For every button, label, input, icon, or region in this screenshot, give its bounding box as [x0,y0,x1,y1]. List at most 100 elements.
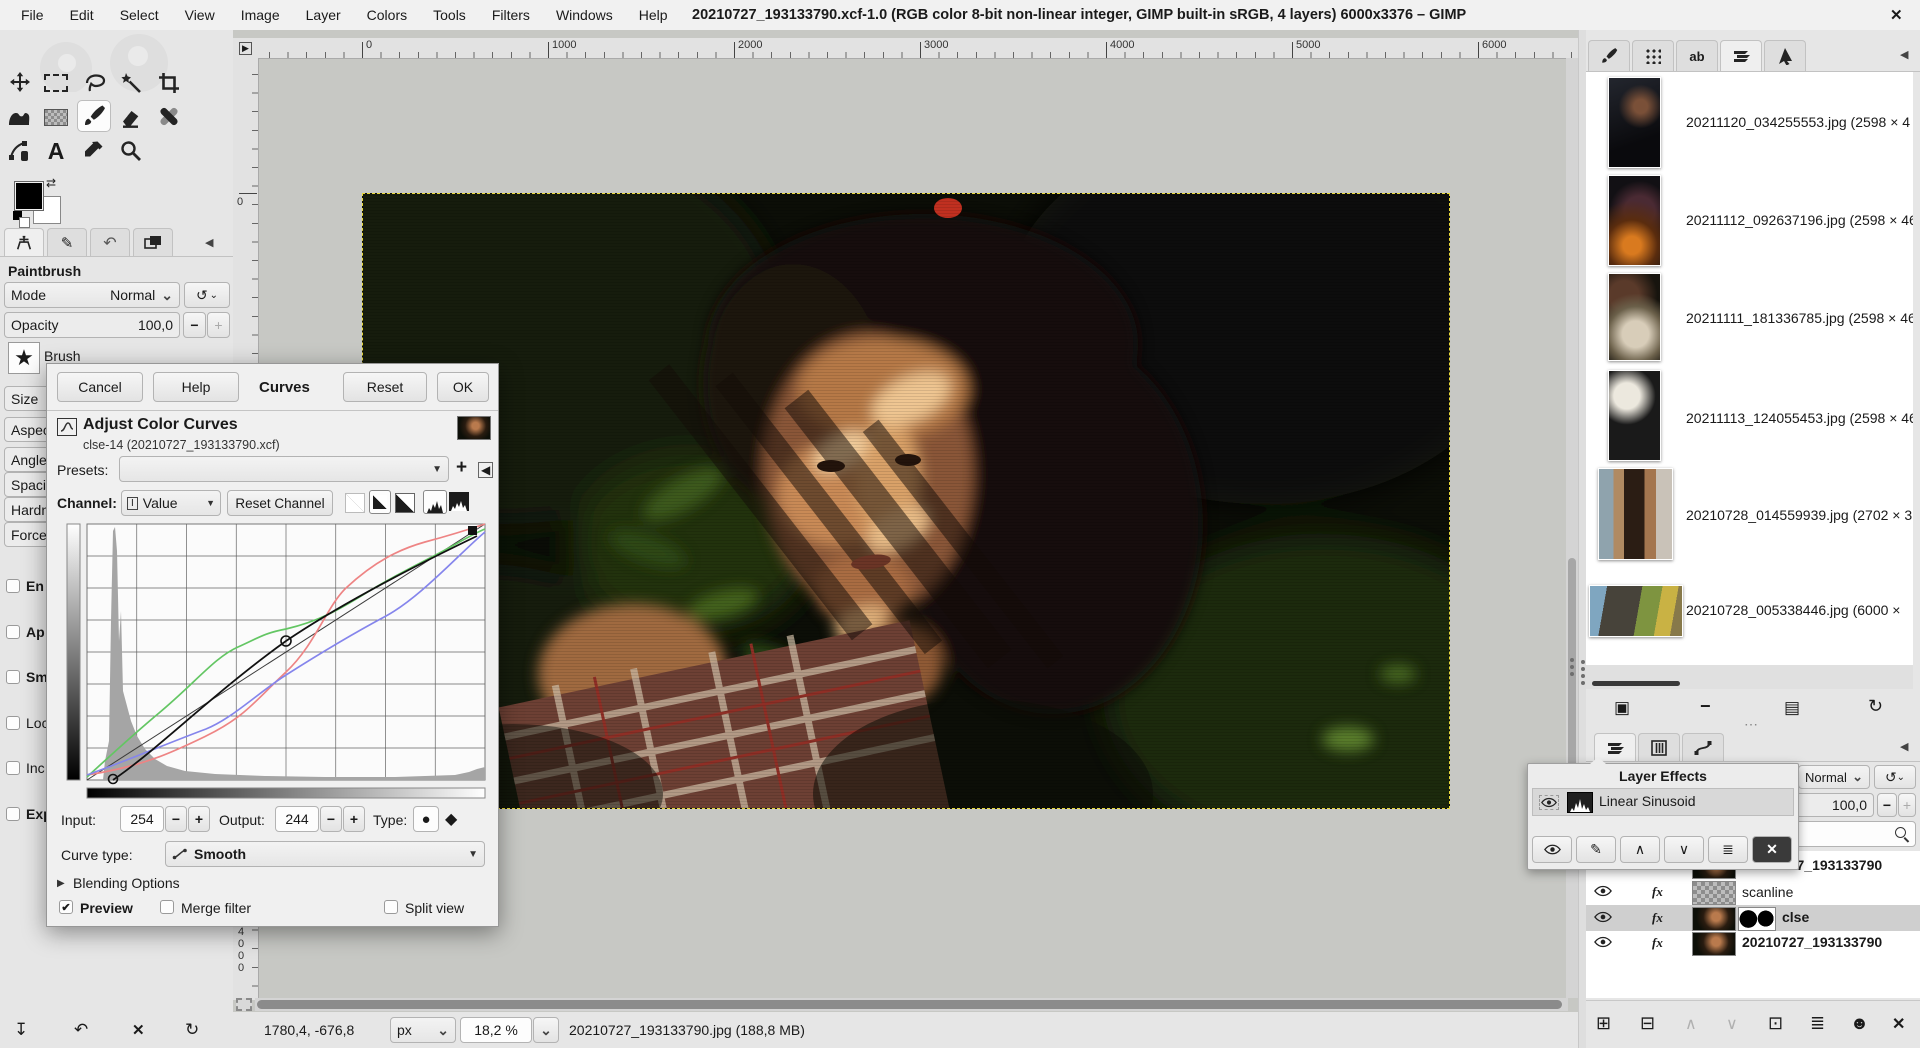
layer-row[interactable]: fx 20210727_193133790 [1586,931,1920,956]
menu-colors[interactable]: Colors [354,7,420,23]
tool-move[interactable] [4,68,36,98]
effect-delete-button[interactable]: ✕ [1752,836,1792,863]
save-preset-icon[interactable]: ↧ [14,1020,28,1040]
image-list-item[interactable]: 20210728_014559939.jpg (2702 × 3 [1686,507,1912,523]
menu-layer[interactable]: Layer [293,7,354,23]
quick-mask-toggle[interactable] [236,998,252,1011]
reset-channel-button[interactable]: Reset Channel [227,490,333,516]
layer-row-selected[interactable]: fx clse [1586,905,1920,931]
image-list-thumbnail[interactable] [1598,468,1673,560]
tab-paths[interactable] [1682,733,1724,762]
effect-edit-button[interactable]: ✎ [1576,836,1616,863]
lower-layer-icon[interactable]: ∨ [1726,1014,1738,1034]
image-list-thumbnail[interactable] [1608,175,1661,266]
input-decrease-button[interactable]: − [165,806,187,832]
fx-badge[interactable]: fx [1652,935,1663,951]
add-mask-icon[interactable]: ☻ [1850,1013,1869,1034]
tool-paintbrush[interactable] [77,100,111,132]
tab-fonts[interactable]: ab [1676,40,1718,71]
opacity-decrease-button[interactable]: − [183,312,206,338]
tool-paths[interactable] [4,136,36,166]
cancel-button[interactable]: Cancel [57,372,143,402]
tab-tool-options[interactable] [4,228,44,256]
zoom-dropdown-button[interactable]: ⌄ [533,1017,559,1043]
reset-tool-icon[interactable]: ↻ [185,1020,199,1040]
merge-filter-checkbox[interactable] [160,900,174,914]
help-button[interactable]: Help [153,372,239,402]
image-list-hscroll-thumb[interactable] [1592,681,1680,686]
menu-tools[interactable]: Tools [420,7,479,23]
jitter-checkbox[interactable] [6,625,20,639]
effect-raise-button[interactable]: ∧ [1620,836,1660,863]
tab-pointer[interactable] [1764,40,1806,71]
input-field[interactable]: 254 [120,806,164,832]
add-preset-icon[interactable]: + [456,457,467,479]
image-list-thumbnail[interactable] [1608,77,1661,168]
channel-select[interactable]: I Value ▼ [121,490,221,516]
effect-merge-button[interactable]: ≣ [1708,836,1748,863]
tool-eraser[interactable] [115,102,147,132]
dynamics-checkbox[interactable] [6,579,20,593]
tab-images[interactable] [133,228,173,256]
clear-history-icon[interactable]: ▤ [1784,698,1800,718]
effect-row[interactable]: Linear Sinusoid [1532,788,1794,816]
visibility-eye-icon[interactable] [1594,936,1612,948]
window-close-icon[interactable]: ✕ [1890,6,1903,24]
log-histogram-icon[interactable] [369,490,391,514]
image-list-thumbnail[interactable] [1608,273,1661,361]
dock-menu-icon[interactable]: ◀ [205,236,213,249]
menu-windows[interactable]: Windows [543,7,626,23]
raise-layer-icon[interactable]: ∧ [1685,1014,1697,1034]
canvas-image[interactable] [362,193,1450,809]
image-list-hscroll[interactable] [1586,665,1913,689]
menu-file[interactable]: File [8,7,57,23]
visibility-eye-icon[interactable] [1594,885,1612,897]
tool-crop[interactable] [153,68,185,98]
layer-row[interactable]: fx scanline [1586,880,1920,905]
remove-entry-icon[interactable]: − [1700,696,1711,717]
open-image-icon[interactable]: ▣ [1614,698,1630,718]
curves-graph[interactable] [61,516,491,808]
tab-undo-history[interactable]: ↶ [90,228,130,256]
image-list-item[interactable]: 20211111_181336785.jpg (2598 × 46 [1686,310,1913,326]
fx-badge[interactable]: fx [1652,884,1663,900]
dock-menu-icon[interactable]: ◀ [1900,740,1908,753]
image-list-item[interactable]: 20211113_124055453.jpg (2598 × 46 [1686,410,1913,426]
preview-checkbox[interactable]: ✔ [59,900,73,914]
unit-select[interactable]: px ⌄ [390,1017,456,1043]
layer-opacity-decrease[interactable]: − [1877,793,1897,817]
image-list-item[interactable]: 20210728_005338446.jpg (6000 × [1686,602,1900,618]
tool-zoom[interactable] [115,136,147,166]
histogram-dark-icon[interactable] [449,492,469,511]
horizontal-scrollbar[interactable] [255,998,1568,1011]
menu-select[interactable]: Select [107,7,172,23]
image-list-item[interactable]: 20211112_092637196.jpg (2598 × 46 [1686,212,1913,228]
output-increase-button[interactable]: + [343,806,365,832]
histogram-toggle-icon[interactable] [423,490,447,514]
tool-bucket-fill[interactable] [40,102,72,132]
smooth-stroke-checkbox[interactable] [6,670,20,684]
h-scrollbar-thumb[interactable] [257,1000,1562,1009]
tool-rectangle-select[interactable] [40,68,72,98]
restore-preset-icon[interactable]: ↶ [74,1020,88,1040]
blending-options-label[interactable]: Blending Options [73,875,180,891]
output-field[interactable]: 244 [275,806,319,832]
split-view-checkbox[interactable] [384,900,398,914]
duplicate-layer-icon[interactable]: ⊡ [1768,1013,1783,1034]
tool-text[interactable]: A [40,136,72,166]
tool-transform[interactable] [4,102,36,132]
swap-colors-icon[interactable]: ⇄ [46,176,56,190]
brush-preview[interactable]: ★ [8,342,40,374]
image-list-thumbnail[interactable] [1589,585,1683,637]
tool-color-picker[interactable] [77,136,109,166]
effect-lower-button[interactable]: ∨ [1664,836,1704,863]
point-type-corner-icon[interactable]: ◆ [445,809,457,829]
image-list-item[interactable]: 20211120_034255553.jpg (2598 × 4 [1686,114,1910,130]
menu-filters[interactable]: Filters [479,7,543,23]
delete-layer-icon[interactable]: ✕ [1892,1014,1905,1034]
dock-menu-icon[interactable]: ◀ [1900,48,1908,61]
layer-mode-switch-button[interactable]: ↺ ⌄ [1874,765,1916,789]
menu-image[interactable]: Image [228,7,293,23]
presets-select[interactable]: ▼ [119,456,449,482]
tab-brushes[interactable] [1588,40,1630,71]
